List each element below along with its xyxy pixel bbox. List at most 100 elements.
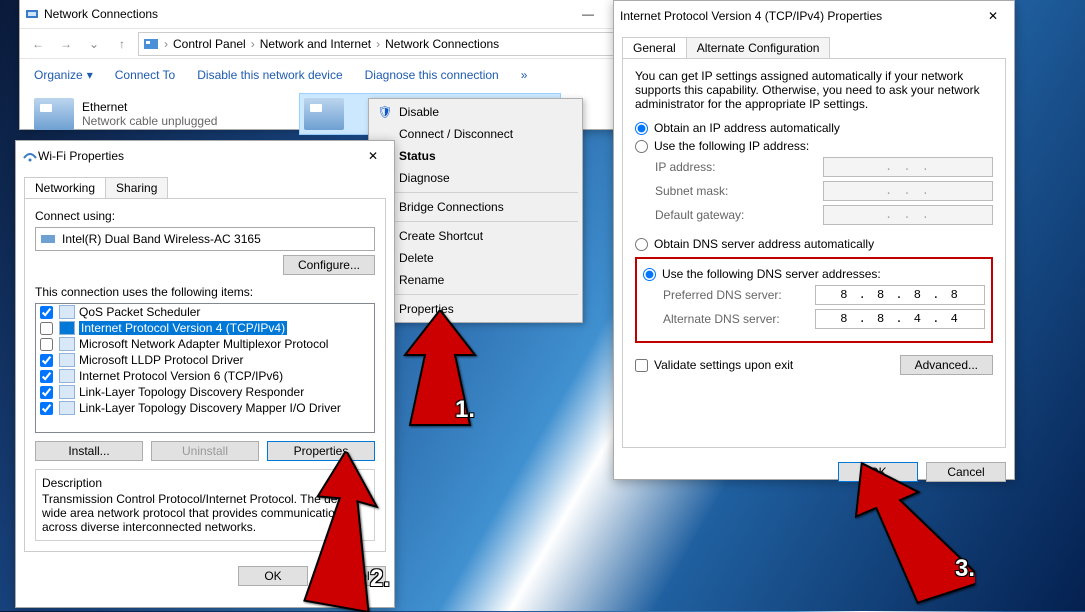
intro-text: You can get IP settings assigned automat… (635, 69, 993, 111)
alternate-dns-field[interactable]: Alternate DNS server:8 . 8 . 4 . 4 (663, 309, 985, 329)
command-bar: Organize ▾ Connect To Disable this netwo… (20, 58, 702, 90)
preferred-dns-field[interactable]: Preferred DNS server:8 . 8 . 8 . 8 (663, 285, 985, 305)
network-connections-window: Network Connections — ☐ ✕ ← → ⌄ ↑ › Cont… (19, 0, 703, 130)
install-button[interactable]: Install... (35, 441, 143, 461)
shield-icon: 🛡 (377, 104, 393, 120)
nav-row: ← → ⌄ ↑ › Control Panel › Network and In… (20, 28, 702, 58)
radio-use-ip[interactable]: Use the following IP address: (635, 139, 993, 153)
wifi-adapter-icon (304, 98, 344, 130)
tab-sharing[interactable]: Sharing (105, 177, 168, 198)
recent-button[interactable]: ⌄ (82, 32, 106, 56)
dialog-title: Internet Protocol Version 4 (TCP/IPv4) P… (620, 9, 978, 23)
bc-2[interactable]: Network and Internet (260, 37, 371, 51)
annotation-number-2: 2. (370, 565, 390, 593)
breadcrumb[interactable]: › Control Panel › Network and Internet ›… (138, 32, 648, 56)
close-button[interactable]: ✕ (978, 9, 1008, 23)
ip-address-field: IP address:. . . (655, 157, 993, 177)
list-item[interactable]: Microsoft Network Adapter Multiplexor Pr… (36, 336, 374, 352)
bc-1[interactable]: Control Panel (173, 37, 246, 51)
tab-general[interactable]: General (622, 37, 687, 58)
ctx-delete[interactable]: 🛡Delete (371, 247, 580, 269)
wifi-icon (22, 148, 38, 164)
dialog-body: You can get IP settings assigned automat… (622, 58, 1006, 448)
validate-checkbox[interactable]: Validate settings upon exit (635, 358, 793, 372)
list-item[interactable]: Link-Layer Topology Discovery Responder (36, 384, 374, 400)
control-panel-icon (143, 36, 159, 52)
preferred-dns-input[interactable]: 8 . 8 . 8 . 8 (815, 285, 985, 305)
checkbox[interactable] (40, 402, 53, 415)
ctx-connect[interactable]: Connect / Disconnect (371, 123, 580, 145)
list-item[interactable]: Internet Protocol Version 6 (TCP/IPv6) (36, 368, 374, 384)
annotation-arrow-3 (855, 450, 975, 610)
gateway-field: Default gateway:. . . (655, 205, 993, 225)
ipv4-properties-dialog: Internet Protocol Version 4 (TCP/IPv4) P… (613, 0, 1015, 480)
advanced-button[interactable]: Advanced... (900, 355, 993, 375)
minimize-button[interactable]: — (566, 0, 610, 28)
dialog-titlebar[interactable]: Wi-Fi Properties ✕ (16, 141, 394, 171)
radio-auto-dns[interactable]: Obtain DNS server address automatically (635, 237, 993, 251)
tab-networking[interactable]: Networking (24, 177, 106, 198)
adapter-ethernet[interactable]: Ethernet Network cable unplugged (30, 94, 290, 134)
connect-to-button[interactable]: Connect To (105, 64, 186, 86)
ctx-rename[interactable]: 🛡Rename (371, 269, 580, 291)
tab-bar: General Alternate Configuration (614, 31, 1014, 58)
dialog-title: Wi-Fi Properties (38, 149, 358, 163)
list-item[interactable]: Link-Layer Topology Discovery Mapper I/O… (36, 400, 374, 416)
annotation-number-3: 3. (955, 555, 975, 583)
close-button[interactable]: ✕ (358, 149, 388, 163)
list-item[interactable]: QoS Packet Scheduler (36, 304, 374, 320)
tab-alternate[interactable]: Alternate Configuration (686, 37, 831, 58)
adapter-name: Intel(R) Dual Band Wireless-AC 3165 (62, 232, 261, 246)
radio-use-dns[interactable]: Use the following DNS server addresses: (643, 267, 985, 281)
ctx-diagnose[interactable]: Diagnose (371, 167, 580, 189)
ok-button[interactable]: OK (238, 566, 308, 586)
checkbox[interactable] (40, 338, 53, 351)
checkbox[interactable] (40, 370, 53, 383)
connect-using-label: Connect using: (35, 209, 375, 223)
uninstall-button: Uninstall (151, 441, 259, 461)
protocol-icon (59, 385, 75, 399)
dialog-titlebar[interactable]: Internet Protocol Version 4 (TCP/IPv4) P… (614, 1, 1014, 31)
annotation-number-1: 1. (455, 396, 475, 424)
network-icon (24, 6, 40, 22)
protocol-list[interactable]: QoS Packet Scheduler Internet Protocol V… (35, 303, 375, 433)
ctx-status[interactable]: Status (371, 145, 580, 167)
more-chevron[interactable]: » (511, 64, 538, 86)
titlebar[interactable]: Network Connections — ☐ ✕ (20, 0, 702, 28)
protocol-icon (59, 321, 75, 335)
ethernet-icon (34, 98, 74, 130)
radio-auto-ip[interactable]: Obtain an IP address automatically (635, 121, 993, 135)
items-label: This connection uses the following items… (35, 285, 375, 299)
list-item-tcpip4[interactable]: Internet Protocol Version 4 (TCP/IPv4) (36, 320, 374, 336)
up-button[interactable]: ↑ (110, 32, 134, 56)
adapter-status: Network cable unplugged (82, 114, 217, 128)
disable-device-button[interactable]: Disable this network device (187, 64, 352, 86)
tab-bar: Networking Sharing (16, 171, 394, 198)
checkbox[interactable] (40, 306, 53, 319)
dns-highlight-box: Use the following DNS server addresses: … (635, 257, 993, 343)
separator (373, 221, 578, 222)
checkbox[interactable] (40, 386, 53, 399)
protocol-icon (59, 337, 75, 351)
bc-3[interactable]: Network Connections (385, 37, 499, 51)
protocol-icon (59, 401, 75, 415)
window-title: Network Connections (40, 7, 566, 21)
context-menu: 🛡Disable Connect / Disconnect Status Dia… (368, 98, 583, 323)
ctx-bridge[interactable]: 🛡Bridge Connections (371, 196, 580, 218)
checkbox[interactable] (40, 354, 53, 367)
diagnose-button[interactable]: Diagnose this connection (355, 64, 509, 86)
back-button[interactable]: ← (26, 32, 50, 56)
protocol-icon (59, 353, 75, 367)
forward-button[interactable]: → (54, 32, 78, 56)
alternate-dns-input[interactable]: 8 . 8 . 4 . 4 (815, 309, 985, 329)
list-item[interactable]: Microsoft LLDP Protocol Driver (36, 352, 374, 368)
subnet-mask-field: Subnet mask:. . . (655, 181, 993, 201)
ctx-disable[interactable]: 🛡Disable (371, 101, 580, 123)
configure-button[interactable]: Configure... (283, 255, 375, 275)
nic-icon (40, 231, 56, 247)
adapter-field[interactable]: Intel(R) Dual Band Wireless-AC 3165 (35, 227, 375, 251)
protocol-icon (59, 369, 75, 383)
ctx-shortcut[interactable]: Create Shortcut (371, 225, 580, 247)
organize-menu[interactable]: Organize ▾ (24, 64, 103, 86)
checkbox[interactable] (40, 322, 53, 335)
